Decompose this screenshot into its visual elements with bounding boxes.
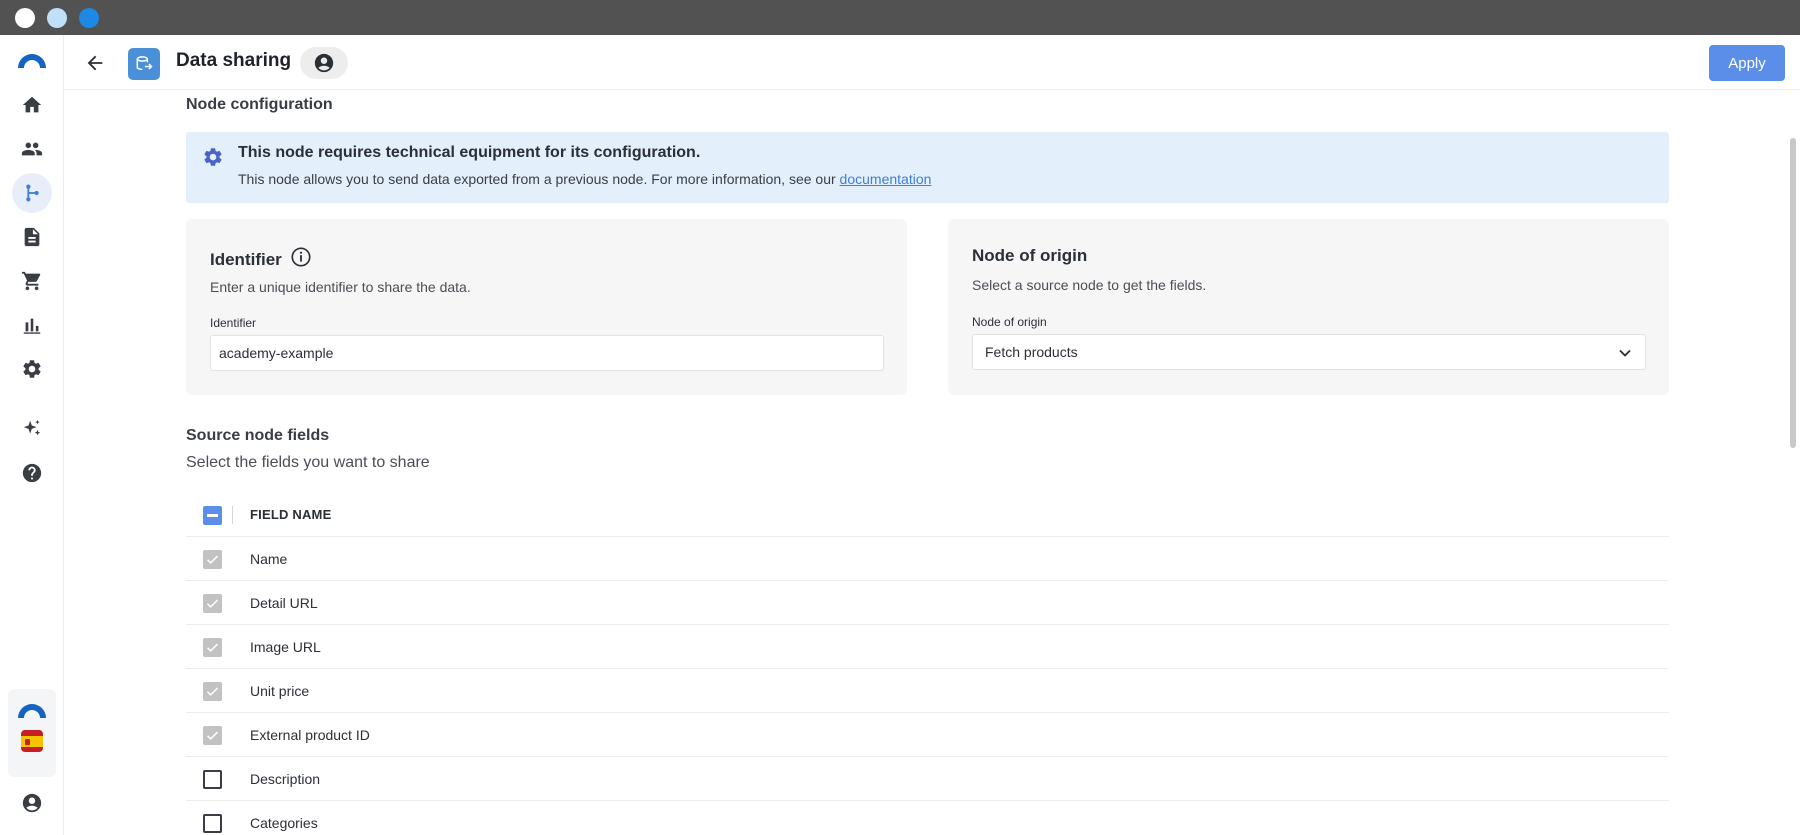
sidebar-item-help[interactable] bbox=[12, 453, 52, 493]
field-checkbox[interactable] bbox=[203, 638, 222, 657]
cart-icon bbox=[21, 271, 41, 291]
gear-icon bbox=[202, 146, 224, 168]
data-sharing-node-icon bbox=[128, 48, 160, 80]
select-all-checkbox[interactable] bbox=[203, 506, 222, 525]
workspace-switcher[interactable] bbox=[8, 689, 56, 777]
bar-chart-icon bbox=[23, 318, 41, 334]
sidebar-item-documents[interactable] bbox=[12, 217, 52, 257]
table-row[interactable]: Image URL bbox=[186, 625, 1669, 669]
back-button[interactable] bbox=[80, 48, 110, 78]
source-fields-table: FIELD NAME Name Detail URL Image URL Unit p… bbox=[186, 493, 1669, 835]
field-checkbox[interactable] bbox=[203, 726, 222, 745]
window-close-button[interactable] bbox=[15, 8, 35, 28]
technical-info-banner: This node requires technical equipment f… bbox=[186, 132, 1669, 203]
flow-icon bbox=[26, 184, 39, 202]
header-divider bbox=[232, 506, 233, 524]
field-checkbox[interactable] bbox=[203, 594, 222, 613]
account-circle-icon bbox=[314, 53, 334, 73]
table-row[interactable]: Unit price bbox=[186, 669, 1669, 713]
people-icon bbox=[21, 142, 43, 156]
window-minimize-button[interactable] bbox=[47, 8, 67, 28]
banner-body: This node allows you to send data export… bbox=[238, 171, 836, 187]
node-of-origin-card: Node of origin Select a source node to g… bbox=[948, 219, 1669, 395]
identifier-card: Identifier Enter a unique identifier to … bbox=[186, 219, 907, 395]
apply-button[interactable]: Apply bbox=[1709, 45, 1785, 81]
sidebar-item-flows[interactable] bbox=[12, 173, 52, 213]
field-name: Description bbox=[250, 771, 321, 787]
field-name: Name bbox=[250, 551, 288, 567]
table-row[interactable]: Name bbox=[186, 537, 1669, 581]
banner-text: This node allows you to send data export… bbox=[238, 171, 931, 187]
sidebar-item-people[interactable] bbox=[12, 129, 52, 169]
window-titlebar bbox=[0, 0, 1800, 35]
sidebar-rail bbox=[0, 35, 64, 835]
sidebar-item-settings[interactable] bbox=[12, 349, 52, 389]
arrow-back-icon bbox=[87, 55, 103, 71]
source-fields-subtitle: Select the fields you want to share bbox=[186, 454, 430, 471]
workspace-logo-icon bbox=[18, 704, 46, 718]
section-title-node-configuration: Node configuration bbox=[186, 96, 333, 113]
field-name: Categories bbox=[250, 815, 318, 831]
banner-title: This node requires technical equipment f… bbox=[238, 144, 701, 161]
field-name: Detail URL bbox=[250, 595, 318, 611]
node-of-origin-select[interactable]: Fetch products bbox=[972, 334, 1646, 370]
table-body: Name Detail URL Image URL Unit price Externa… bbox=[186, 537, 1669, 835]
table-row[interactable]: Description bbox=[186, 757, 1669, 801]
chevron-down-icon bbox=[1615, 343, 1635, 363]
main-scrollbar[interactable] bbox=[1790, 138, 1796, 448]
node-of-origin-selected-value: Fetch products bbox=[985, 344, 1078, 360]
identifier-description: Enter a unique identifier to share the d… bbox=[210, 279, 471, 295]
field-name: Image URL bbox=[250, 639, 321, 655]
table-header-row: FIELD NAME bbox=[186, 493, 1669, 537]
sidebar-item-ai[interactable] bbox=[12, 409, 52, 449]
page-header: Data sharing Apply bbox=[64, 35, 1800, 90]
account-circle-icon bbox=[22, 793, 42, 813]
field-name: Unit price bbox=[250, 683, 310, 699]
sidebar-item-home[interactable] bbox=[12, 85, 52, 125]
identifier-card-title: Identifier bbox=[210, 246, 312, 273]
section-title-source-node-fields: Source node fields bbox=[186, 427, 330, 444]
document-icon bbox=[24, 227, 40, 247]
info-icon[interactable] bbox=[290, 246, 312, 273]
node-of-origin-description: Select a source node to get the fields. bbox=[972, 277, 1207, 293]
help-icon bbox=[22, 463, 42, 483]
field-checkbox[interactable] bbox=[203, 550, 222, 569]
column-header-field-name: FIELD NAME bbox=[250, 507, 332, 522]
spain-flag-icon[interactable] bbox=[21, 730, 43, 752]
table-row[interactable]: Categories bbox=[186, 801, 1669, 835]
node-of-origin-field-label: Node of origin bbox=[972, 315, 1047, 329]
gear-icon bbox=[23, 360, 41, 378]
sidebar-item-account[interactable] bbox=[12, 783, 52, 823]
field-checkbox[interactable] bbox=[203, 770, 222, 789]
documentation-link[interactable]: documentation bbox=[840, 171, 932, 187]
sparkle-icon bbox=[23, 419, 41, 436]
field-name: External product ID bbox=[250, 727, 370, 743]
node-of-origin-card-title: Node of origin bbox=[972, 246, 1088, 265]
identifier-field-label: Identifier bbox=[210, 316, 257, 330]
table-row[interactable]: External product ID bbox=[186, 713, 1669, 757]
identifier-input[interactable] bbox=[210, 335, 884, 371]
identifier-title-text: Identifier bbox=[210, 249, 282, 269]
page-title: Data sharing bbox=[176, 50, 292, 71]
field-checkbox[interactable] bbox=[203, 814, 222, 833]
sidebar-item-shop[interactable] bbox=[12, 261, 52, 301]
main-content: Node configuration This node requires te… bbox=[64, 90, 1784, 835]
sidebar-item-analytics[interactable] bbox=[12, 305, 52, 345]
app-logo-icon[interactable] bbox=[16, 49, 48, 69]
window-maximize-button[interactable] bbox=[79, 8, 99, 28]
home-icon bbox=[22, 96, 42, 113]
owner-avatar-chip[interactable] bbox=[300, 47, 348, 79]
field-checkbox[interactable] bbox=[203, 682, 222, 701]
table-row[interactable]: Detail URL bbox=[186, 581, 1669, 625]
